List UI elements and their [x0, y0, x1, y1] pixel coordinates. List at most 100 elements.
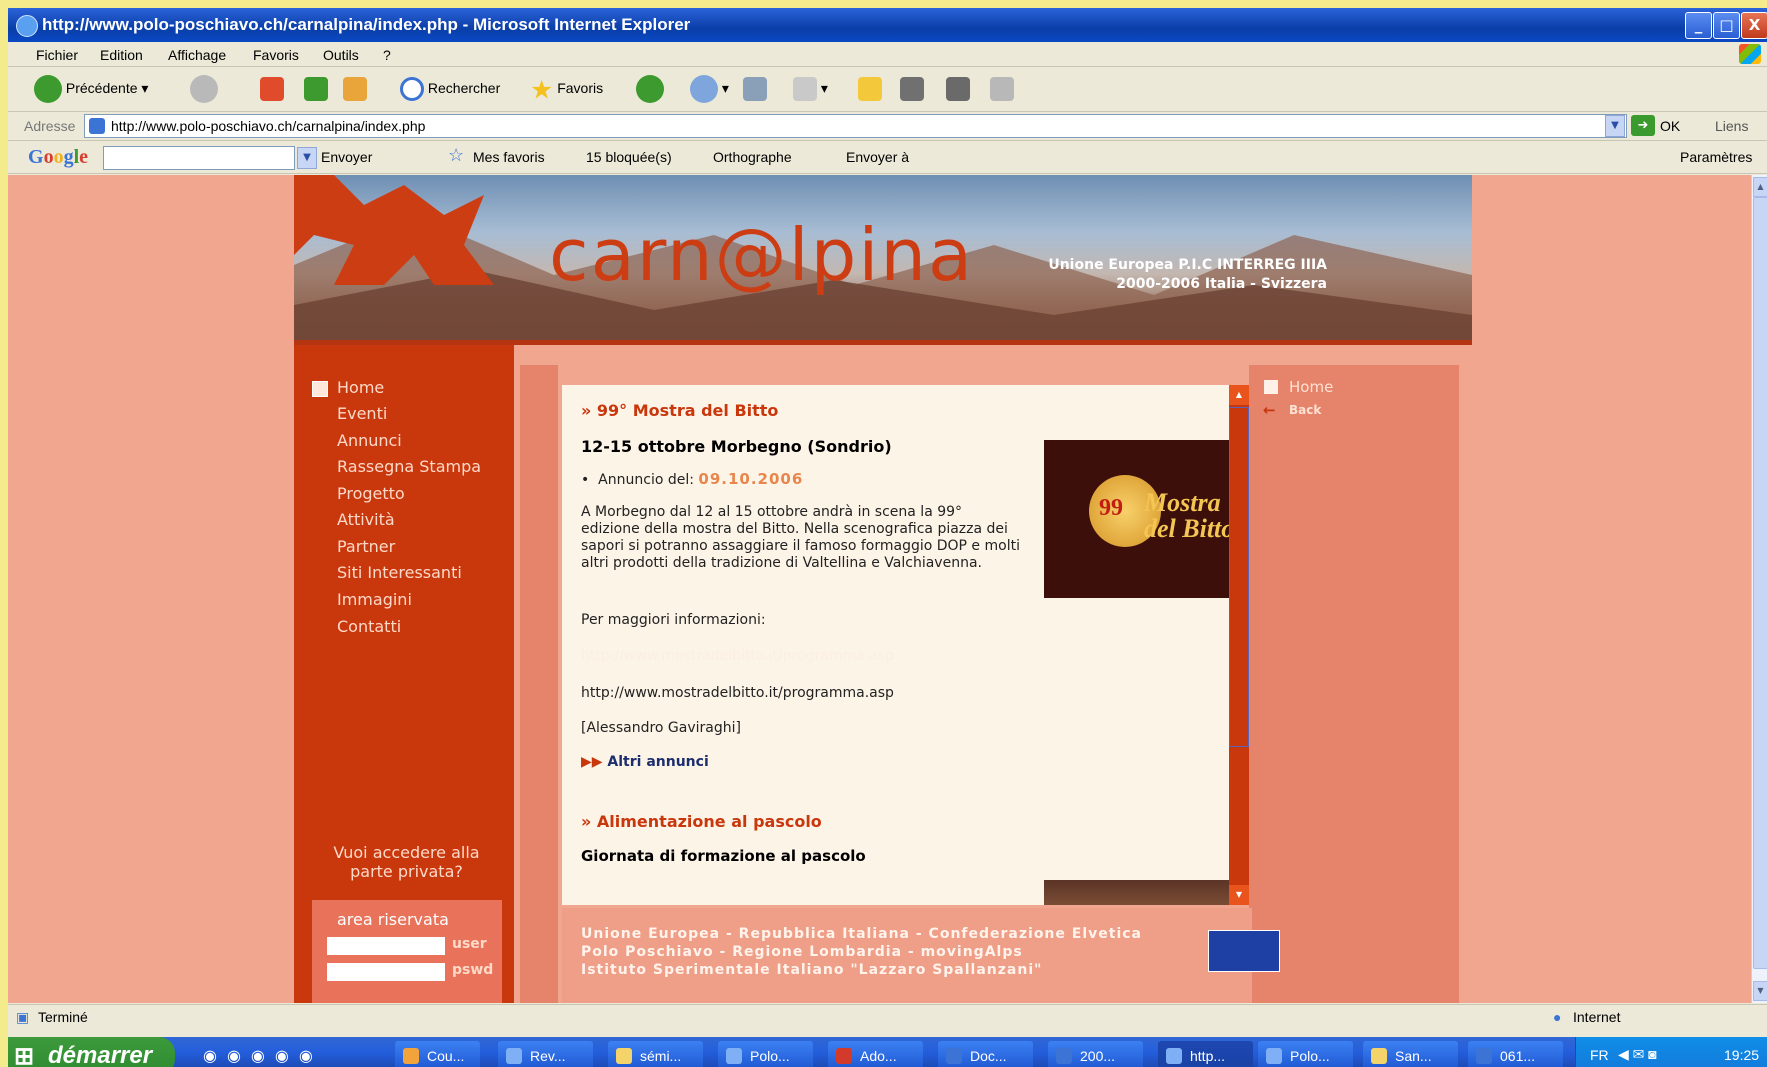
- edit-button[interactable]: ▾: [793, 73, 828, 103]
- menu-fichier[interactable]: Fichier: [36, 47, 78, 63]
- task-button-11[interactable]: 061...: [1468, 1041, 1563, 1067]
- right-nav-home[interactable]: Home: [1289, 378, 1333, 396]
- go-button-icon[interactable]: ➜: [1631, 115, 1655, 136]
- mail-button[interactable]: ▾: [690, 73, 729, 104]
- task-button-5[interactable]: Ado...: [828, 1041, 923, 1067]
- links-label[interactable]: Liens: [1715, 118, 1748, 134]
- print-button[interactable]: [743, 73, 767, 103]
- right-navigation: Home ← Back: [1249, 365, 1459, 1003]
- task-icon: [1476, 1048, 1492, 1064]
- google-send-button[interactable]: Envoyer: [321, 149, 372, 165]
- task-button-7[interactable]: 200...: [1048, 1041, 1143, 1067]
- nav-eventi[interactable]: Eventi: [337, 404, 387, 423]
- article2-subtitle: Giornata di formazione al pascolo: [581, 847, 866, 865]
- task-icon: [1056, 1048, 1072, 1064]
- nav-rassegna-stampa[interactable]: Rassegna Stampa: [337, 457, 481, 476]
- back-button[interactable]: Précédente ▾: [34, 73, 148, 104]
- refresh-icon: [304, 77, 328, 102]
- browser-scroll-down-icon[interactable]: ▼: [1753, 981, 1767, 1001]
- scroll-up-arrow-icon[interactable]: ▲: [1229, 385, 1249, 405]
- people-icon: [990, 77, 1014, 102]
- google-search-input[interactable]: [103, 146, 295, 170]
- minimize-button[interactable]: _: [1685, 12, 1712, 39]
- stop-button[interactable]: [260, 73, 284, 103]
- menu-edition[interactable]: Edition: [100, 47, 143, 63]
- login-box-title: area riservata: [337, 910, 449, 929]
- research-button[interactable]: [900, 73, 924, 103]
- right-nav-back[interactable]: Back: [1289, 403, 1321, 417]
- browser-scroll-up-icon[interactable]: ▲: [1753, 177, 1767, 197]
- internet-globe-icon: ●: [1553, 1009, 1562, 1025]
- quick-launch-icons[interactable]: ◉◉◉◉◉: [203, 1046, 323, 1065]
- maximize-button[interactable]: □: [1713, 12, 1740, 39]
- other-announcements-link[interactable]: ▶▶ Altri annunci: [581, 754, 709, 770]
- nav-progetto[interactable]: Progetto: [337, 484, 405, 503]
- task-label: Cou...: [427, 1048, 465, 1064]
- nav-contatti[interactable]: Contatti: [337, 617, 401, 636]
- nav-annunci[interactable]: Annunci: [337, 431, 402, 450]
- task-button-1[interactable]: Cou...: [395, 1041, 480, 1067]
- right-home-bullet-icon: [1264, 380, 1278, 394]
- announce-label: Annuncio del:: [598, 472, 694, 488]
- private-area-prompt: Vuoi accedere alla parte privata?: [333, 843, 480, 881]
- address-input[interactable]: http://www.polo-poschiavo.ch/carnalpina/…: [84, 114, 1627, 138]
- close-button[interactable]: X: [1741, 12, 1767, 39]
- spellcheck-button[interactable]: Orthographe: [713, 149, 792, 165]
- nav-siti-interessanti[interactable]: Siti Interessanti: [337, 563, 462, 582]
- folder-button[interactable]: [858, 73, 882, 103]
- article2-title[interactable]: » Alimentazione al pascolo: [581, 812, 822, 831]
- task-button-10[interactable]: San...: [1363, 1041, 1458, 1067]
- task-button-2[interactable]: Rev...: [498, 1041, 593, 1067]
- content-scrollbar[interactable]: ▲ ▼: [1229, 385, 1249, 905]
- double-arrow-icon: ▶▶: [581, 754, 603, 770]
- address-dropdown-icon[interactable]: ▼: [1605, 115, 1625, 137]
- nav-partner[interactable]: Partner: [337, 537, 395, 556]
- task-label: Doc...: [970, 1048, 1007, 1064]
- article1-title[interactable]: » 99° Mostra del Bitto: [581, 401, 778, 420]
- task-button-4[interactable]: Polo...: [718, 1041, 813, 1067]
- browser-scroll-thumb[interactable]: [1753, 197, 1767, 969]
- banner-line-2: 2000-2006 Italia - Svizzera: [1116, 276, 1327, 292]
- menu-affichage[interactable]: Affichage: [168, 47, 226, 63]
- task-button-3[interactable]: sémi...: [608, 1041, 703, 1067]
- home-button[interactable]: [343, 73, 367, 103]
- google-dropdown-icon[interactable]: ▼: [297, 147, 317, 169]
- tray-icons[interactable]: ◀ ✉ ◙: [1618, 1046, 1657, 1063]
- password-input[interactable]: [327, 963, 445, 981]
- my-favorites-button[interactable]: Mes favoris: [473, 149, 545, 165]
- settings-button[interactable]: Paramètres: [1680, 149, 1752, 165]
- history-button[interactable]: [636, 73, 664, 104]
- menu-outils[interactable]: Outils: [323, 47, 359, 63]
- task-button-6[interactable]: Doc...: [938, 1041, 1033, 1067]
- language-indicator[interactable]: FR: [1590, 1047, 1609, 1063]
- google-logo[interactable]: Google: [28, 146, 88, 169]
- contacts-button[interactable]: [990, 73, 1014, 103]
- user-input[interactable]: [327, 937, 445, 955]
- article1-announce: • Annuncio del: 09.10.2006: [581, 470, 804, 489]
- messenger-button[interactable]: [946, 73, 970, 103]
- content-scroll-thumb[interactable]: [1229, 407, 1249, 747]
- nav-immagini[interactable]: Immagini: [337, 590, 412, 609]
- send-to-button[interactable]: Envoyer à: [846, 149, 909, 165]
- home-icon: [343, 77, 367, 102]
- browser-vertical-scrollbar[interactable]: ▲ ▼: [1751, 175, 1767, 1003]
- popup-blocked-button[interactable]: 15 bloquée(s): [586, 149, 672, 165]
- task-button-9[interactable]: Polo...: [1258, 1041, 1353, 1067]
- refresh-button[interactable]: [304, 73, 328, 103]
- scroll-down-arrow-icon[interactable]: ▼: [1229, 885, 1249, 905]
- windows-flag-icon: ⊞: [14, 1043, 35, 1067]
- start-button[interactable]: ⊞ démarrer: [8, 1037, 175, 1067]
- article2-image: [1044, 880, 1229, 905]
- menu-favoris[interactable]: Favoris: [253, 47, 299, 63]
- mid-column-band: [520, 365, 558, 1003]
- forward-button[interactable]: [190, 73, 218, 104]
- task-button-8-active[interactable]: http...: [1158, 1041, 1253, 1067]
- article1-hidden-link[interactable]: http://www.mostradelbitto.it/programma.a…: [581, 648, 894, 665]
- go-ok-label[interactable]: OK: [1660, 118, 1680, 134]
- search-button[interactable]: Rechercher: [400, 73, 500, 103]
- favorites-button[interactable]: ★ Favoris: [530, 73, 603, 104]
- menu-help[interactable]: ?: [383, 47, 391, 63]
- task-icon: [1371, 1048, 1387, 1064]
- nav-home[interactable]: Home: [337, 378, 384, 397]
- nav-attivita[interactable]: Attività: [337, 510, 395, 529]
